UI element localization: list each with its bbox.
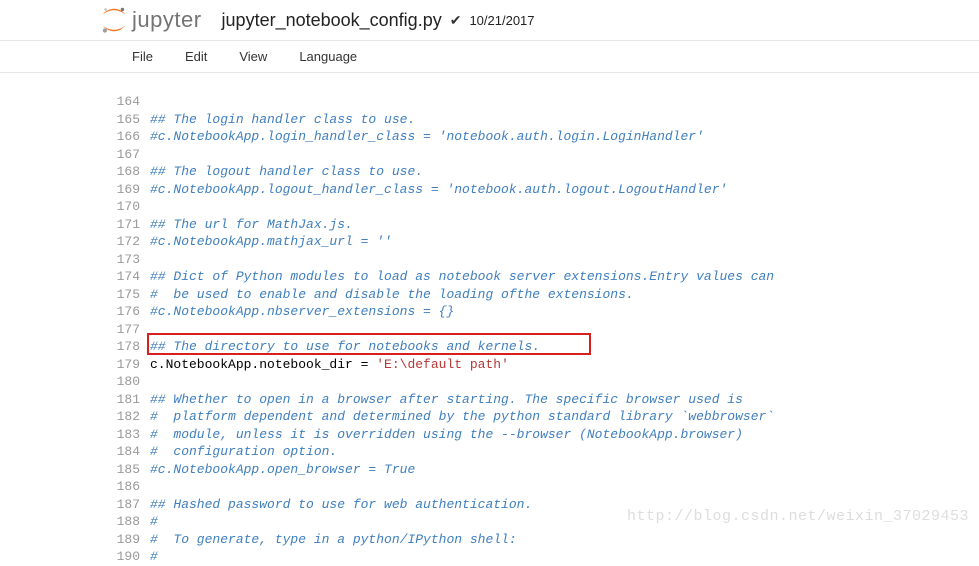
menu-view[interactable]: View: [223, 41, 283, 72]
line-number: 189: [110, 531, 150, 549]
jupyter-logo[interactable]: jupyter: [100, 6, 202, 34]
code-line[interactable]: 172#c.NotebookApp.mathjax_url = '': [110, 233, 979, 251]
code-line[interactable]: 190#: [110, 548, 979, 566]
line-number: 186: [110, 478, 150, 496]
line-number: 165: [110, 111, 150, 129]
line-content[interactable]: [150, 93, 979, 111]
line-content[interactable]: [150, 478, 979, 496]
save-check-icon: ✔: [450, 12, 462, 29]
line-content[interactable]: [150, 251, 979, 269]
line-content[interactable]: [150, 198, 979, 216]
code-line[interactable]: 169#c.NotebookApp.logout_handler_class =…: [110, 181, 979, 199]
code-line[interactable]: 170: [110, 198, 979, 216]
code-line[interactable]: 166#c.NotebookApp.login_handler_class = …: [110, 128, 979, 146]
code-line[interactable]: 174## Dict of Python modules to load as …: [110, 268, 979, 286]
line-content[interactable]: [150, 373, 979, 391]
line-number: 167: [110, 146, 150, 164]
line-number: 169: [110, 181, 150, 199]
line-content[interactable]: ## Whether to open in a browser after st…: [150, 391, 979, 409]
menu-edit[interactable]: Edit: [169, 41, 223, 72]
code-line[interactable]: 179c.NotebookApp.notebook_dir = 'E:\defa…: [110, 356, 979, 374]
code-line[interactable]: 168## The logout handler class to use.: [110, 163, 979, 181]
line-number: 181: [110, 391, 150, 409]
code-line[interactable]: 176#c.NotebookApp.nbserver_extensions = …: [110, 303, 979, 321]
line-number: 182: [110, 408, 150, 426]
line-content[interactable]: #c.NotebookApp.login_handler_class = 'no…: [150, 128, 979, 146]
line-content[interactable]: [150, 146, 979, 164]
code-line[interactable]: 185#c.NotebookApp.open_browser = True: [110, 461, 979, 479]
header: jupyter jupyter_notebook_config.py ✔ 10/…: [0, 0, 979, 41]
line-content[interactable]: # To generate, type in a python/IPython …: [150, 531, 979, 549]
line-content[interactable]: [150, 321, 979, 339]
code-line[interactable]: 175# be used to enable and disable the l…: [110, 286, 979, 304]
line-number: 174: [110, 268, 150, 286]
line-content[interactable]: ## Dict of Python modules to load as not…: [150, 268, 979, 286]
line-number: 168: [110, 163, 150, 181]
code-line[interactable]: 171## The url for MathJax.js.: [110, 216, 979, 234]
code-line[interactable]: 177: [110, 321, 979, 339]
code-line[interactable]: 164: [110, 93, 979, 111]
last-saved-date: 10/21/2017: [469, 13, 534, 28]
line-number: 188: [110, 513, 150, 531]
code-line[interactable]: 189# To generate, type in a python/IPyth…: [110, 531, 979, 549]
line-number: 179: [110, 356, 150, 374]
line-content[interactable]: # module, unless it is overridden using …: [150, 426, 979, 444]
line-number: 190: [110, 548, 150, 566]
jupyter-logo-icon: [100, 6, 128, 34]
line-content[interactable]: ## The logout handler class to use.: [150, 163, 979, 181]
line-content[interactable]: #c.NotebookApp.mathjax_url = '': [150, 233, 979, 251]
line-number: 166: [110, 128, 150, 146]
line-number: 170: [110, 198, 150, 216]
code-line[interactable]: 180: [110, 373, 979, 391]
code-line[interactable]: 182# platform dependent and determined b…: [110, 408, 979, 426]
line-number: 176: [110, 303, 150, 321]
line-content[interactable]: # configuration option.: [150, 443, 979, 461]
code-editor[interactable]: 164165## The login handler class to use.…: [0, 73, 979, 566]
code-line[interactable]: 183# module, unless it is overridden usi…: [110, 426, 979, 444]
line-content[interactable]: #c.NotebookApp.open_browser = True: [150, 461, 979, 479]
line-content[interactable]: #c.NotebookApp.nbserver_extensions = {}: [150, 303, 979, 321]
menu-language[interactable]: Language: [283, 41, 373, 72]
line-number: 164: [110, 93, 150, 111]
code-line[interactable]: 173: [110, 251, 979, 269]
code-line[interactable]: 178## The directory to use for notebooks…: [110, 338, 979, 356]
line-number: 172: [110, 233, 150, 251]
menubar: File Edit View Language: [0, 41, 979, 73]
code-line[interactable]: 181## Whether to open in a browser after…: [110, 391, 979, 409]
line-number: 183: [110, 426, 150, 444]
jupyter-logo-text: jupyter: [132, 7, 202, 33]
code-line[interactable]: 186: [110, 478, 979, 496]
line-content[interactable]: # platform dependent and determined by t…: [150, 408, 979, 426]
line-number: 171: [110, 216, 150, 234]
line-number: 185: [110, 461, 150, 479]
line-number: 184: [110, 443, 150, 461]
line-number: 177: [110, 321, 150, 339]
line-content[interactable]: #c.NotebookApp.logout_handler_class = 'n…: [150, 181, 979, 199]
line-content[interactable]: #: [150, 548, 979, 566]
code-line[interactable]: 165## The login handler class to use.: [110, 111, 979, 129]
file-title[interactable]: jupyter_notebook_config.py: [222, 10, 442, 31]
line-content[interactable]: ## The directory to use for notebooks an…: [150, 338, 979, 356]
code-line[interactable]: 167: [110, 146, 979, 164]
watermark: http://blog.csdn.net/weixin_37029453: [627, 508, 969, 525]
line-content[interactable]: ## The login handler class to use.: [150, 111, 979, 129]
line-content[interactable]: c.NotebookApp.notebook_dir = 'E:\default…: [150, 356, 979, 374]
line-number: 180: [110, 373, 150, 391]
line-content[interactable]: # be used to enable and disable the load…: [150, 286, 979, 304]
line-content[interactable]: ## The url for MathJax.js.: [150, 216, 979, 234]
code-line[interactable]: 184# configuration option.: [110, 443, 979, 461]
line-number: 173: [110, 251, 150, 269]
line-number: 175: [110, 286, 150, 304]
line-number: 187: [110, 496, 150, 514]
menu-file[interactable]: File: [116, 41, 169, 72]
line-number: 178: [110, 338, 150, 356]
